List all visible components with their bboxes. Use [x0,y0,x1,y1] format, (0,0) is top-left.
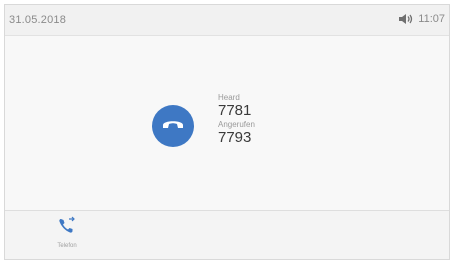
tab-phone-label: Telefon [57,243,77,249]
speaker-icon [398,13,414,25]
call-area: Heard 7781 Angerufen 7793 [5,36,449,212]
hangup-button[interactable] [152,105,194,147]
status-bar: 31.05.2018 11:07 [5,5,449,36]
callee-number: 7793 [218,129,252,146]
call-info: Heard 7781 Angerufen 7793 [218,93,255,147]
status-right: 11:07 [398,13,445,25]
caller-number: 7781 [218,102,252,119]
status-time: 11:07 [418,13,445,25]
phone-screen: 31.05.2018 11:07 Heard 7781 Angerufen 77… [4,4,450,260]
phone-transfer-icon [57,216,77,241]
bottom-bar: Telefon [5,210,449,259]
tab-phone[interactable]: Telefon [39,216,95,256]
hangup-phone-icon [161,117,185,136]
status-date: 31.05.2018 [9,14,67,26]
